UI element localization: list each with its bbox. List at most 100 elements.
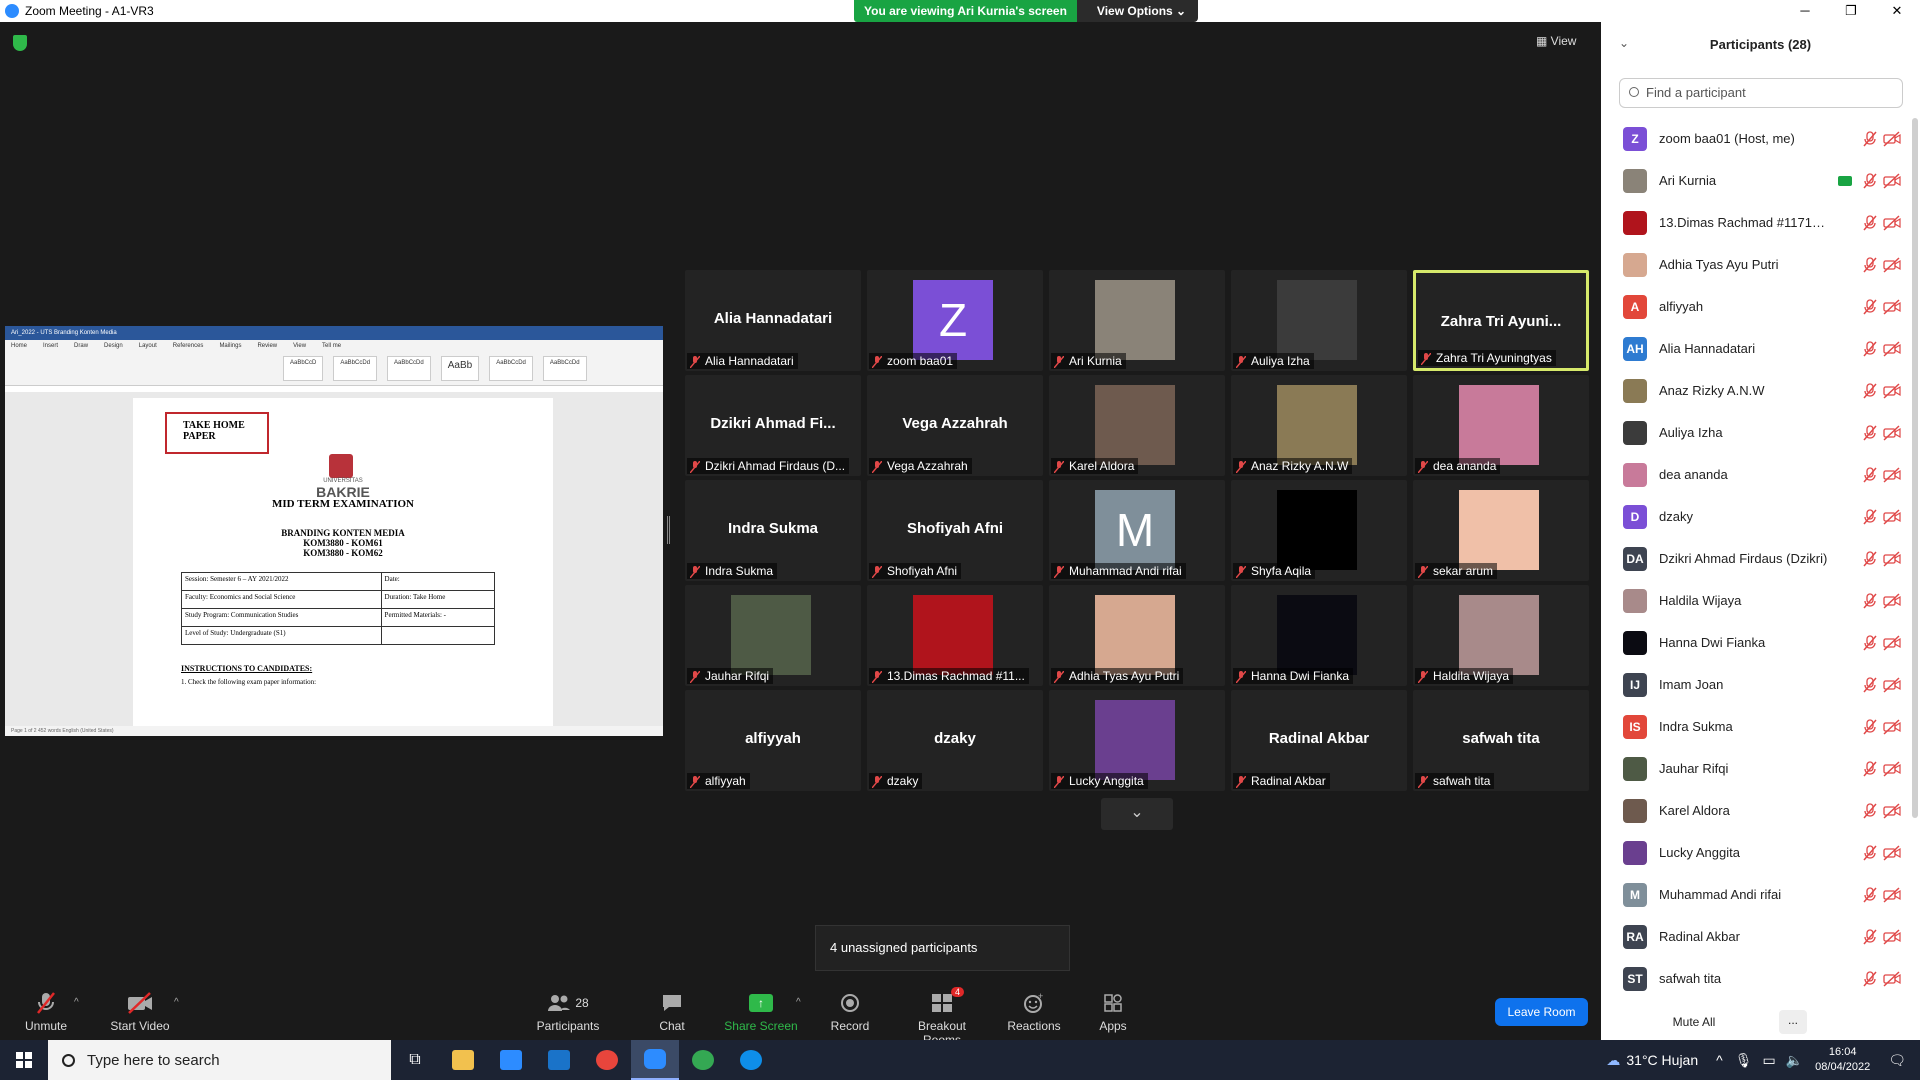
video-tile[interactable]: alfiyyah alfiyyah [685, 690, 861, 791]
mic-muted-icon[interactable] [1863, 886, 1877, 903]
mic-muted-icon[interactable] [1863, 970, 1877, 987]
video-tile[interactable]: Karel Aldora [1049, 375, 1225, 476]
video-off-icon[interactable] [1883, 256, 1901, 273]
video-tile[interactable]: Ari Kurnia [1049, 270, 1225, 371]
video-tile[interactable]: Radinal Akbar Radinal Akbar [1231, 690, 1407, 791]
participant-row[interactable]: Adhia Tyas Ayu Putri [1601, 244, 1911, 285]
weather-text[interactable]: 31°C Hujan [1626, 1052, 1698, 1068]
chat-button[interactable]: Chat [632, 991, 712, 1033]
video-tile[interactable]: safwah tita safwah tita [1413, 690, 1589, 791]
mic-muted-icon[interactable] [1863, 214, 1877, 231]
video-off-icon[interactable] [1883, 424, 1901, 441]
chrome-profile-button[interactable] [679, 1040, 727, 1080]
video-off-icon[interactable] [1883, 550, 1901, 567]
participant-list-scrollbar[interactable] [1912, 118, 1918, 818]
mic-muted-icon[interactable] [1863, 592, 1877, 609]
minimize-button[interactable]: ─ [1782, 0, 1828, 22]
participants-button[interactable]: 28 Participants [528, 991, 608, 1033]
video-tile[interactable]: Zzoom baa01 [867, 270, 1043, 371]
mic-muted-icon[interactable] [1863, 130, 1877, 147]
mic-muted-icon[interactable] [1863, 844, 1877, 861]
participant-row[interactable]: Lucky Anggita [1601, 832, 1911, 873]
video-tile[interactable]: Alia Hannadatari Alia Hannadatari [685, 270, 861, 371]
participant-row[interactable]: RA Radinal Akbar [1601, 916, 1911, 957]
volume-icon[interactable]: 🔈 [1786, 1052, 1803, 1069]
video-tile[interactable]: dea ananda [1413, 375, 1589, 476]
reactions-button[interactable]: + Reactions [994, 991, 1074, 1033]
maximize-button[interactable]: ❐ [1828, 0, 1874, 22]
security-shield-icon[interactable] [13, 35, 27, 51]
view-layout-button[interactable]: ▦ View [1536, 34, 1576, 48]
video-off-icon[interactable] [1883, 802, 1901, 819]
video-tile[interactable]: M Muhammad Andi rifai [1049, 480, 1225, 581]
video-tile[interactable]: Indra Sukma Indra Sukma [685, 480, 861, 581]
video-tile[interactable]: Auliya Izha [1231, 270, 1407, 371]
breakout-rooms-button[interactable]: 4 Breakout Rooms [902, 987, 982, 1047]
more-options-button[interactable]: ... [1779, 1010, 1807, 1034]
participant-row[interactable]: Karel Aldora [1601, 790, 1911, 831]
video-tile[interactable]: Lucky Anggita [1049, 690, 1225, 791]
participant-row[interactable]: dea ananda [1601, 454, 1911, 495]
mic-muted-icon[interactable] [1863, 298, 1877, 315]
participant-row[interactable]: M Muhammad Andi rifai [1601, 874, 1911, 915]
mic-muted-icon[interactable] [1863, 508, 1877, 525]
video-off-icon[interactable] [1883, 718, 1901, 735]
participant-row[interactable]: 13.Dimas Rachmad #11710031... [1601, 202, 1911, 243]
store-button[interactable] [487, 1040, 535, 1080]
start-button[interactable] [0, 1040, 48, 1080]
mic-muted-icon[interactable] [1863, 802, 1877, 819]
mic-muted-icon[interactable] [1863, 676, 1877, 693]
mic-muted-icon[interactable] [1863, 550, 1877, 567]
participant-row[interactable]: DA Dzikri Ahmad Firdaus (Dzikri) [1601, 538, 1911, 579]
network-icon[interactable]: ▭ [1762, 1052, 1775, 1069]
participant-row[interactable]: Ddzaky [1601, 496, 1911, 537]
video-off-icon[interactable] [1883, 466, 1901, 483]
participant-row[interactable]: Hanna Dwi Fianka [1601, 622, 1911, 663]
audio-options-caret[interactable]: ^ [74, 997, 79, 1008]
video-tile[interactable]: 13.Dimas Rachmad #11... [867, 585, 1043, 686]
video-off-icon[interactable] [1883, 382, 1901, 399]
video-tile[interactable]: Hanna Dwi Fianka [1231, 585, 1407, 686]
mic-muted-icon[interactable] [1863, 760, 1877, 777]
video-off-icon[interactable] [1883, 970, 1901, 987]
split-divider-handle[interactable] [667, 516, 670, 544]
mic-muted-icon[interactable] [1863, 634, 1877, 651]
share-options-caret[interactable]: ^ [796, 997, 801, 1008]
participant-row[interactable]: Jauhar Rifqi [1601, 748, 1911, 789]
mic-muted-icon[interactable] [1863, 928, 1877, 945]
video-off-icon[interactable] [1883, 172, 1901, 189]
task-view-button[interactable]: ⧉ [391, 1040, 439, 1080]
participant-row[interactable]: AH Alia Hannadatari [1601, 328, 1911, 369]
mic-muted-icon[interactable] [1863, 424, 1877, 441]
participant-search-input[interactable]: Find a participant [1619, 78, 1903, 108]
start-video-button[interactable]: Start Video [100, 991, 180, 1033]
mic-muted-icon[interactable] [1863, 382, 1877, 399]
video-off-icon[interactable] [1883, 130, 1901, 147]
mic-muted-icon[interactable] [1863, 172, 1877, 189]
video-off-icon[interactable] [1883, 634, 1901, 651]
participant-row[interactable]: Haldila Wijaya [1601, 580, 1911, 621]
participant-row[interactable]: Aalfiyyah [1601, 286, 1911, 327]
chrome-button[interactable] [583, 1040, 631, 1080]
video-tile[interactable]: Adhia Tyas Ayu Putri [1049, 585, 1225, 686]
video-off-icon[interactable] [1883, 760, 1901, 777]
video-tile[interactable]: dzaky dzaky [867, 690, 1043, 791]
zoom-taskbar-button[interactable] [631, 1040, 679, 1080]
video-off-icon[interactable] [1883, 844, 1901, 861]
mic-muted-icon[interactable] [1863, 718, 1877, 735]
video-tile[interactable]: Dzikri Ahmad Fi... Dzikri Ahmad Firdaus (… [685, 375, 861, 476]
video-off-icon[interactable] [1883, 928, 1901, 945]
video-tile[interactable]: Jauhar Rifqi [685, 585, 861, 686]
mic-muted-icon[interactable] [1863, 466, 1877, 483]
gallery-next-page-button[interactable]: ⌄ [1101, 798, 1173, 830]
video-tile[interactable]: Anaz Rizky A.N.W [1231, 375, 1407, 476]
participant-row[interactable]: Auliya Izha [1601, 412, 1911, 453]
microphone-icon[interactable]: 🎙 [1735, 1052, 1753, 1069]
leave-room-button[interactable]: Leave Room [1495, 998, 1588, 1026]
record-button[interactable]: Record [810, 991, 890, 1033]
video-tile[interactable]: Shofiyah Afni Shofiyah Afni [867, 480, 1043, 581]
view-options-button[interactable]: View Options ⌄ [1076, 0, 1199, 22]
video-off-icon[interactable] [1883, 214, 1901, 231]
participant-row[interactable]: Zzoom baa01 (Host, me) [1601, 118, 1911, 159]
video-tile[interactable]: Zahra Tri Ayuni... Zahra Tri Ayuningtyas [1413, 270, 1589, 371]
